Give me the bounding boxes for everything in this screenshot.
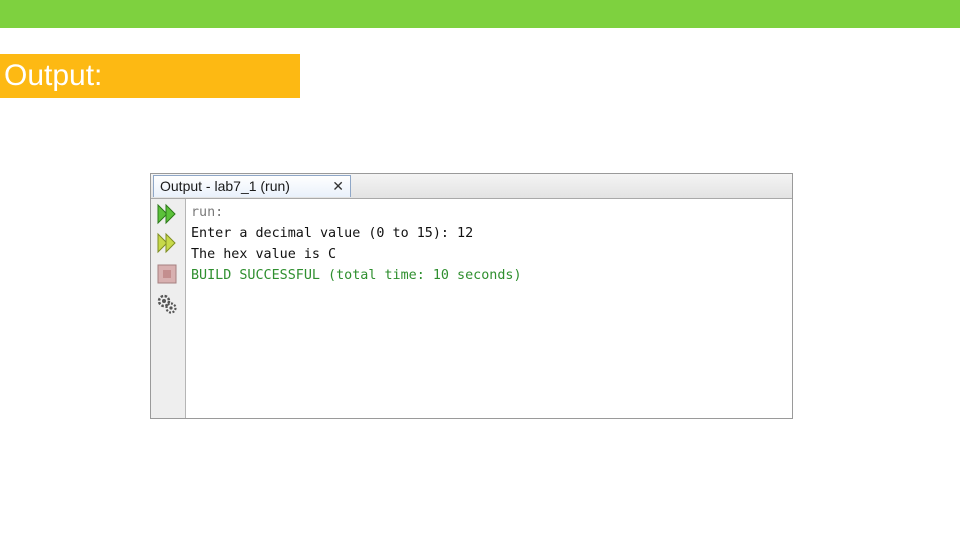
settings-icon[interactable] <box>156 293 178 315</box>
action-gutter <box>151 199 186 418</box>
tab-output[interactable]: Output - lab7_1 (run) ✕ <box>153 175 351 197</box>
tab-title: Output - lab7_1 (run) <box>160 178 290 194</box>
stop-icon[interactable] <box>156 263 178 285</box>
console-line: BUILD SUCCESSFUL (total time: 10 seconds… <box>191 268 522 283</box>
tab-strip: Output - lab7_1 (run) ✕ <box>151 174 792 199</box>
console-line: run: <box>191 205 224 220</box>
close-icon[interactable]: ✕ <box>332 176 344 197</box>
section-label: Output: <box>0 54 300 98</box>
top-accent-bar <box>0 0 960 28</box>
console-output[interactable]: run: Enter a decimal value (0 to 15): 12… <box>191 202 792 418</box>
rerun-with-options-icon[interactable] <box>156 232 178 254</box>
rerun-icon[interactable] <box>156 203 178 225</box>
console-line: The hex value is C <box>191 247 337 262</box>
output-window: Output - lab7_1 (run) ✕ run: Enter a dec… <box>150 173 793 419</box>
console-line: Enter a decimal value (0 to 15): 12 <box>191 226 474 241</box>
